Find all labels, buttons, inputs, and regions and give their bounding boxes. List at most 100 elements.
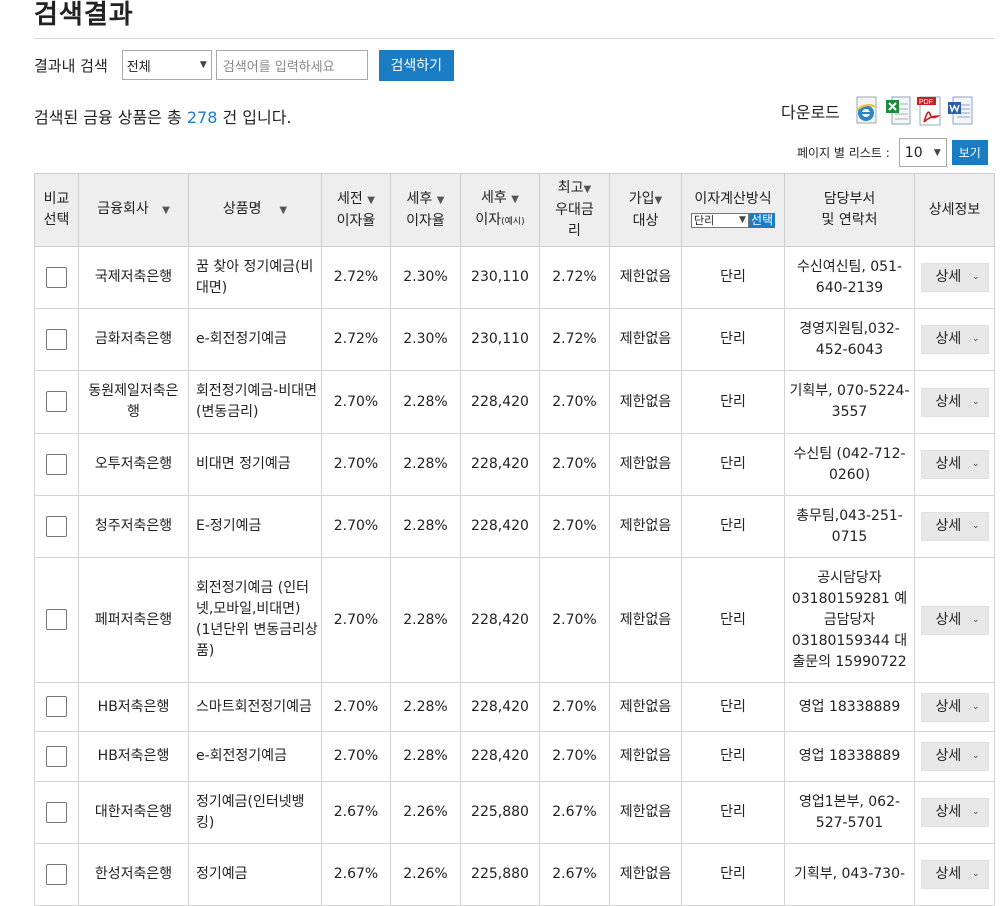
result-count-prefix: 검색된 금융 상품은 총	[34, 108, 187, 127]
per-page-select[interactable]: 10 ▼	[898, 138, 947, 167]
detail-cell: 상세 ⌄	[914, 495, 995, 558]
compare-checkbox[interactable]	[46, 696, 67, 718]
detail-button[interactable]: 상세 ⌄	[920, 742, 989, 771]
detail-button[interactable]: 상세 ⌄	[920, 450, 989, 479]
detail-button[interactable]: 상세 ⌄	[920, 692, 989, 722]
detail-button[interactable]: 상세 ⌄	[920, 387, 989, 417]
contact-cell: 수신팀 (042-712-0260)	[784, 433, 915, 496]
sort-icon[interactable]: ▼	[655, 195, 663, 206]
chevron-down-icon: ⌄	[971, 396, 980, 407]
chevron-down-icon: ⌄	[971, 334, 980, 344]
table-row: 청주저축은행 E-정기예금 2.70% 2.28% 228,420 2.70% 제한없음 단리…	[34, 495, 995, 558]
header-posttax-interest[interactable]: 세후 ▼ 이자(예시)	[460, 173, 540, 247]
search-input[interactable]: 검색어를 입력하세요	[215, 50, 368, 80]
compare-cell	[34, 731, 79, 782]
detail-button[interactable]: 상세 ⌄	[920, 325, 989, 354]
compare-checkbox[interactable]	[46, 391, 67, 413]
posttax-rate-cell: 2.28%	[390, 682, 461, 732]
max-rate-cell: 2.67%	[539, 843, 610, 906]
sort-icon[interactable]: ▼	[367, 195, 375, 206]
detail-button[interactable]: 상세 ⌄	[920, 798, 989, 827]
contact-cell: 영업 18338889	[784, 731, 915, 782]
compare-cell	[34, 843, 79, 906]
chevron-down-icon: ⌄	[971, 521, 980, 531]
posttax-rate-cell: 2.28%	[390, 433, 461, 496]
eligibility-cell: 제한없음	[609, 781, 682, 844]
calc-method-cell: 단리	[681, 843, 785, 906]
ie-icon[interactable]	[854, 96, 880, 126]
table-header-row: 비교 선택 금융회사 ▼ 상품명 ▼ 세전 ▼ 이자율 세후 ▼ 이자율 세후 ▼ 이자…	[34, 173, 995, 247]
chevron-down-icon: ⌄	[971, 614, 980, 625]
compare-checkbox[interactable]	[46, 328, 67, 350]
result-count-suffix: 건 입니다.	[217, 108, 292, 127]
detail-button[interactable]: 상세 ⌄	[920, 512, 989, 541]
product-name-cell: 꿈 찾아 정기예금(비대면)	[188, 246, 322, 309]
detail-cell: 상세 ⌄	[914, 308, 995, 371]
detail-button[interactable]: 상세 ⌄	[920, 860, 989, 889]
header-company[interactable]: 금융회사 ▼	[78, 173, 189, 247]
compare-checkbox[interactable]	[46, 266, 67, 288]
compare-cell	[34, 682, 79, 732]
eligibility-cell: 제한없음	[609, 731, 682, 782]
product-name-cell: e-회전정기예금	[188, 308, 322, 371]
sort-icon[interactable]: ▼	[511, 194, 519, 205]
calc-method-select-button[interactable]: 선택	[748, 212, 776, 228]
compare-checkbox[interactable]	[46, 515, 67, 537]
company-cell: 국제저축은행	[78, 246, 189, 309]
pdf-icon-text: PDF	[919, 99, 933, 106]
compare-checkbox[interactable]	[46, 609, 67, 631]
search-scope-select[interactable]: 전체 ▼	[121, 50, 212, 80]
sort-icon[interactable]: ▼	[279, 205, 287, 216]
posttax-rate-cell: 2.30%	[390, 308, 461, 371]
company-cell: 오투저축은행	[78, 433, 189, 496]
detail-cell: 상세 ⌄	[914, 433, 995, 496]
pretax-rate-cell: 2.70%	[321, 495, 391, 558]
word-icon[interactable]	[947, 96, 973, 126]
sort-icon[interactable]: ▼	[437, 195, 445, 206]
posttax-interest-cell: 230,110	[460, 308, 540, 371]
header-eligibility[interactable]: 가입▼ 대상	[609, 173, 682, 247]
posttax-rate-cell: 2.26%	[390, 843, 461, 906]
excel-icon[interactable]	[885, 96, 911, 126]
detail-button[interactable]: 상세 ⌄	[920, 263, 989, 292]
compare-cell	[34, 246, 79, 309]
eligibility-cell: 제한없음	[609, 495, 682, 558]
header-contact: 담당부서 및 연락처	[784, 173, 915, 247]
calc-method-select[interactable]: 단리 ▼	[690, 212, 749, 228]
result-count: 검색된 금융 상품은 총 278 건 입니다.	[34, 104, 292, 128]
search-label: 결과내 검색	[34, 56, 108, 75]
pretax-rate-cell: 2.67%	[321, 781, 391, 844]
header-pretax-rate[interactable]: 세전 ▼ 이자율	[321, 173, 391, 247]
compare-checkbox[interactable]	[46, 801, 67, 823]
header-compare: 비교 선택	[34, 173, 79, 247]
sort-icon[interactable]: ▼	[584, 184, 592, 195]
eligibility-cell: 제한없음	[609, 370, 682, 434]
compare-checkbox[interactable]	[46, 863, 67, 885]
header-product[interactable]: 상품명 ▼	[188, 173, 322, 247]
chevron-down-icon: ▼	[739, 214, 746, 225]
calc-method-cell: 단리	[681, 557, 785, 683]
results-table: 비교 선택 금융회사 ▼ 상품명 ▼ 세전 ▼ 이자율 세후 ▼ 이자율 세후 ▼ 이자…	[34, 173, 995, 906]
compare-checkbox[interactable]	[46, 453, 67, 475]
company-cell: 대한저축은행	[78, 781, 189, 844]
header-max-rate[interactable]: 최고▼ 우대금 리	[539, 173, 610, 247]
chevron-down-icon: ⌄	[971, 701, 980, 712]
posttax-rate-cell: 2.28%	[390, 731, 461, 782]
download-bar: 다운로드 PDF	[781, 96, 978, 126]
detail-cell: 상세 ⌄	[914, 731, 995, 782]
posttax-rate-cell: 2.26%	[390, 781, 461, 844]
search-button[interactable]: 검색하기	[378, 49, 454, 81]
compare-checkbox[interactable]	[46, 745, 67, 767]
title-divider	[34, 38, 994, 39]
compare-cell	[34, 781, 79, 844]
product-name-cell: E-정기예금	[188, 495, 322, 558]
detail-button[interactable]: 상세 ⌄	[920, 605, 989, 635]
sort-icon[interactable]: ▼	[162, 205, 170, 216]
per-page-view-button[interactable]: 보기	[951, 140, 988, 165]
pdf-icon[interactable]: PDF	[916, 96, 942, 126]
per-page-control: 페이지 별 리스트 : 10 ▼ 보기	[797, 138, 988, 167]
header-posttax-rate[interactable]: 세후 ▼ 이자율	[390, 173, 461, 247]
detail-cell: 상세 ⌄	[914, 843, 995, 906]
eligibility-cell: 제한없음	[609, 843, 682, 906]
company-cell: 금화저축은행	[78, 308, 189, 371]
